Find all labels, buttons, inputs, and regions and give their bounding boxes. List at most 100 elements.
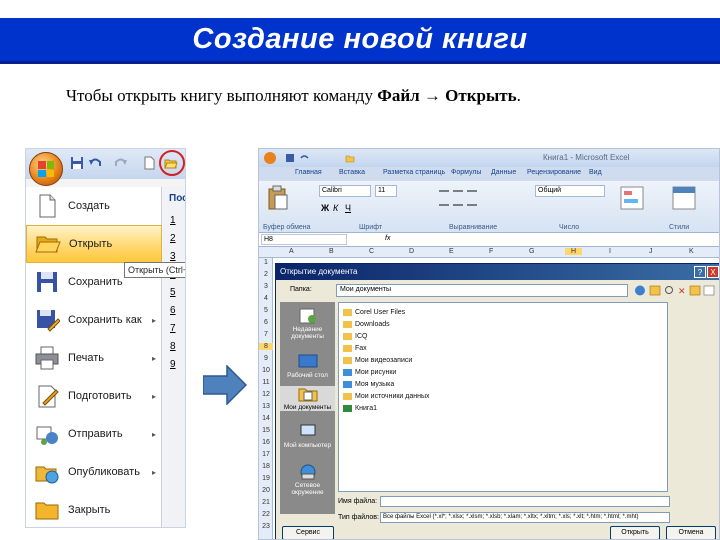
place-desktop[interactable]: Рабочий стол (280, 354, 335, 379)
tab-page-layout[interactable]: Разметка страницы (383, 169, 445, 176)
row-header[interactable]: 14 (259, 415, 273, 422)
row-header[interactable]: 10 (259, 367, 273, 374)
tab-formulas[interactable]: Формулы (451, 169, 481, 176)
place-network[interactable]: Сетевое окружение (280, 464, 335, 496)
row-header[interactable]: 22 (259, 511, 273, 518)
save-icon[interactable] (285, 153, 295, 163)
column-header[interactable]: F (489, 248, 493, 255)
row-header[interactable]: 15 (259, 427, 273, 434)
menu-item-prepare[interactable]: Подготовить ▸ (26, 377, 162, 415)
row-header[interactable]: 4 (259, 295, 273, 302)
file-list-item[interactable]: Downloads (343, 319, 390, 329)
new-file-icon[interactable] (142, 156, 156, 170)
row-header[interactable]: 12 (259, 391, 273, 398)
menu-item-print[interactable]: Печать ▸ (26, 339, 162, 377)
place-my-computer[interactable]: Мой компьютер (280, 424, 335, 449)
function-icon[interactable]: fx (385, 235, 390, 242)
recent-item-number[interactable]: 7 (170, 323, 176, 334)
tab-data[interactable]: Данные (491, 169, 516, 176)
place-my-documents[interactable]: Мои документы (280, 386, 335, 411)
underline-icon[interactable]: Ч (345, 203, 351, 213)
office-button-icon[interactable] (263, 151, 277, 165)
save-icon[interactable] (70, 156, 84, 170)
row-header[interactable]: 2 (259, 271, 273, 278)
row-header[interactable]: 16 (259, 439, 273, 446)
file-list-item[interactable]: Corel User Files (343, 307, 405, 317)
file-name-input[interactable] (380, 496, 670, 507)
office-button[interactable] (29, 152, 63, 186)
file-list-item[interactable]: Мои рисунки (343, 367, 396, 377)
file-list-item[interactable]: Мои источники данных (343, 391, 430, 401)
column-header[interactable]: B (329, 248, 334, 255)
close-button[interactable]: X (707, 266, 719, 278)
recent-item-number[interactable]: 9 (170, 359, 176, 370)
help-button[interactable]: ? (694, 266, 706, 278)
row-header[interactable]: 1 (259, 259, 273, 266)
row-header[interactable]: 20 (259, 487, 273, 494)
open-file-icon[interactable] (345, 153, 355, 163)
menu-item-close[interactable]: Закрыть (26, 491, 162, 527)
tab-home[interactable]: Главная (295, 169, 322, 176)
column-header[interactable]: G (529, 248, 534, 255)
recent-item-number[interactable]: 8 (170, 341, 176, 352)
menu-item-send[interactable]: Отправить ▸ (26, 415, 162, 453)
file-list-item[interactable]: ICQ (343, 331, 367, 341)
row-header[interactable]: 11 (259, 379, 273, 386)
recent-item-number[interactable]: 3 (170, 251, 176, 262)
file-list-item[interactable]: Fax (343, 343, 367, 353)
menu-item-save-as[interactable]: Сохранить как ▸ (26, 301, 162, 339)
menu-item-create[interactable]: Создать (26, 187, 162, 225)
name-box[interactable]: H8 (261, 234, 347, 245)
tab-review[interactable]: Рецензирование (527, 169, 583, 176)
column-header[interactable]: I (609, 248, 611, 255)
font-name-select[interactable]: Calibri (319, 185, 371, 197)
tab-view[interactable]: Вид (589, 169, 602, 176)
undo-icon[interactable] (88, 156, 102, 170)
italic-icon[interactable]: К (333, 203, 338, 213)
row-header[interactable]: 5 (259, 307, 273, 314)
recent-item-number[interactable]: 5 (170, 287, 176, 298)
recent-item-number[interactable]: 6 (170, 305, 176, 316)
column-header[interactable]: E (449, 248, 454, 255)
row-header[interactable]: 21 (259, 499, 273, 506)
file-list-item[interactable]: Книга1 (343, 403, 377, 413)
column-header[interactable]: D (409, 248, 414, 255)
open-button[interactable]: Открыть (610, 526, 660, 539)
column-header-selected[interactable]: H (565, 248, 583, 255)
row-header[interactable]: 13 (259, 403, 273, 410)
row-header[interactable]: 9 (259, 355, 273, 362)
look-in-select[interactable]: Мои документы (336, 284, 628, 297)
bold-icon[interactable]: Ж (321, 203, 329, 213)
recent-item-number[interactable]: 1 (170, 215, 176, 226)
file-list-item[interactable]: Моя музыка (343, 379, 394, 389)
row-header[interactable]: 19 (259, 475, 273, 482)
row-header[interactable]: 3 (259, 283, 273, 290)
dialog-toolbar-icons[interactable]: ✕ (634, 284, 716, 297)
undo-icon[interactable] (299, 153, 309, 163)
number-format-select[interactable]: Общий (535, 185, 605, 197)
column-header[interactable]: A (289, 248, 294, 255)
column-header[interactable]: C (369, 248, 374, 255)
cancel-button[interactable]: Отмена (666, 526, 716, 539)
column-header[interactable]: J (649, 248, 653, 255)
format-as-table-icon[interactable] (671, 185, 697, 211)
alignment-icons[interactable] (437, 187, 487, 213)
row-header[interactable]: 17 (259, 451, 273, 458)
menu-item-open[interactable]: Открыть (26, 225, 162, 263)
row-header[interactable]: 6 (259, 319, 273, 326)
tools-button[interactable]: Сервис (282, 526, 334, 539)
row-header[interactable]: 18 (259, 463, 273, 470)
recent-item-number[interactable]: 2 (170, 233, 176, 244)
conditional-formatting-icon[interactable] (619, 185, 645, 211)
menu-item-publish[interactable]: Опубликовать ▸ (26, 453, 162, 491)
place-recent-documents[interactable]: Недавние документы (280, 308, 335, 340)
row-header[interactable]: 23 (259, 523, 273, 530)
row-header[interactable]: 7 (259, 331, 273, 338)
file-list-item[interactable]: Мои видеозаписи (343, 355, 412, 365)
file-type-select[interactable]: Все файлы Excel (*.xl*; *.xlsx; *.xlsm; … (380, 512, 670, 523)
column-header[interactable]: K (689, 248, 694, 255)
tab-insert[interactable]: Вставка (339, 169, 365, 176)
row-header-selected[interactable]: 8 (259, 343, 273, 350)
font-size-select[interactable]: 11 (375, 185, 397, 197)
paste-icon[interactable] (267, 185, 289, 211)
